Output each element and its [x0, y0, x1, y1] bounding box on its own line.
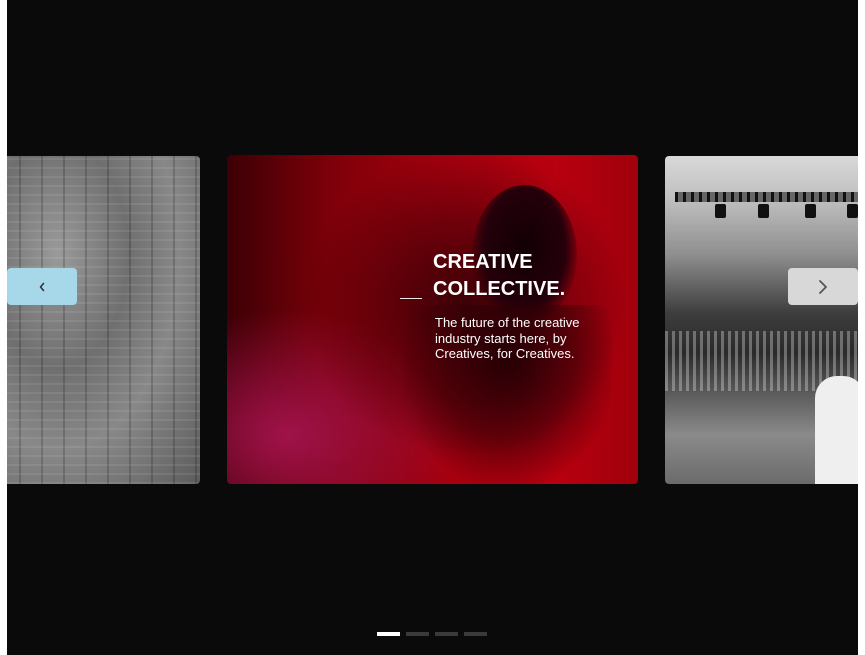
- next-slide-button[interactable]: [788, 268, 858, 305]
- headline-line-1: CREATIVE: [433, 251, 533, 273]
- previous-slide-button[interactable]: [7, 268, 77, 305]
- tagline-line-1: The future of the creative: [435, 315, 580, 330]
- hero-carousel: CREATIVE COLLECTIVE. The future of the c…: [7, 0, 858, 655]
- slide-headline: CREATIVE COLLECTIVE.: [433, 249, 623, 303]
- pagination-dot-1[interactable]: [377, 632, 400, 636]
- slide-tagline: The future of the creative industry star…: [435, 315, 615, 362]
- headline-accent-line: [400, 298, 422, 299]
- headline-line-2: COLLECTIVE.: [433, 278, 566, 300]
- stage-light: [847, 204, 858, 218]
- slide-live-event-image[interactable]: [665, 156, 858, 484]
- pagination-dot-2[interactable]: [406, 632, 429, 636]
- tagline-line-2: industry starts here, by: [435, 330, 567, 346]
- pagination-dot-4[interactable]: [464, 632, 487, 636]
- carousel-pagination: [377, 632, 487, 636]
- stage-light: [758, 204, 769, 218]
- stage-light: [805, 204, 816, 218]
- performer-figure: [815, 376, 858, 484]
- stage-truss: [675, 192, 858, 202]
- tagline-line-3: Creatives, for Creatives.: [435, 346, 575, 361]
- slide-active-concert-image[interactable]: CREATIVE COLLECTIVE. The future of the c…: [227, 155, 638, 484]
- chevron-right-icon: [819, 279, 827, 294]
- slide-graffiti-wall-image[interactable]: [7, 156, 200, 484]
- chevron-left-icon: [39, 282, 45, 291]
- stage-light: [715, 204, 726, 218]
- pagination-dot-3[interactable]: [435, 632, 458, 636]
